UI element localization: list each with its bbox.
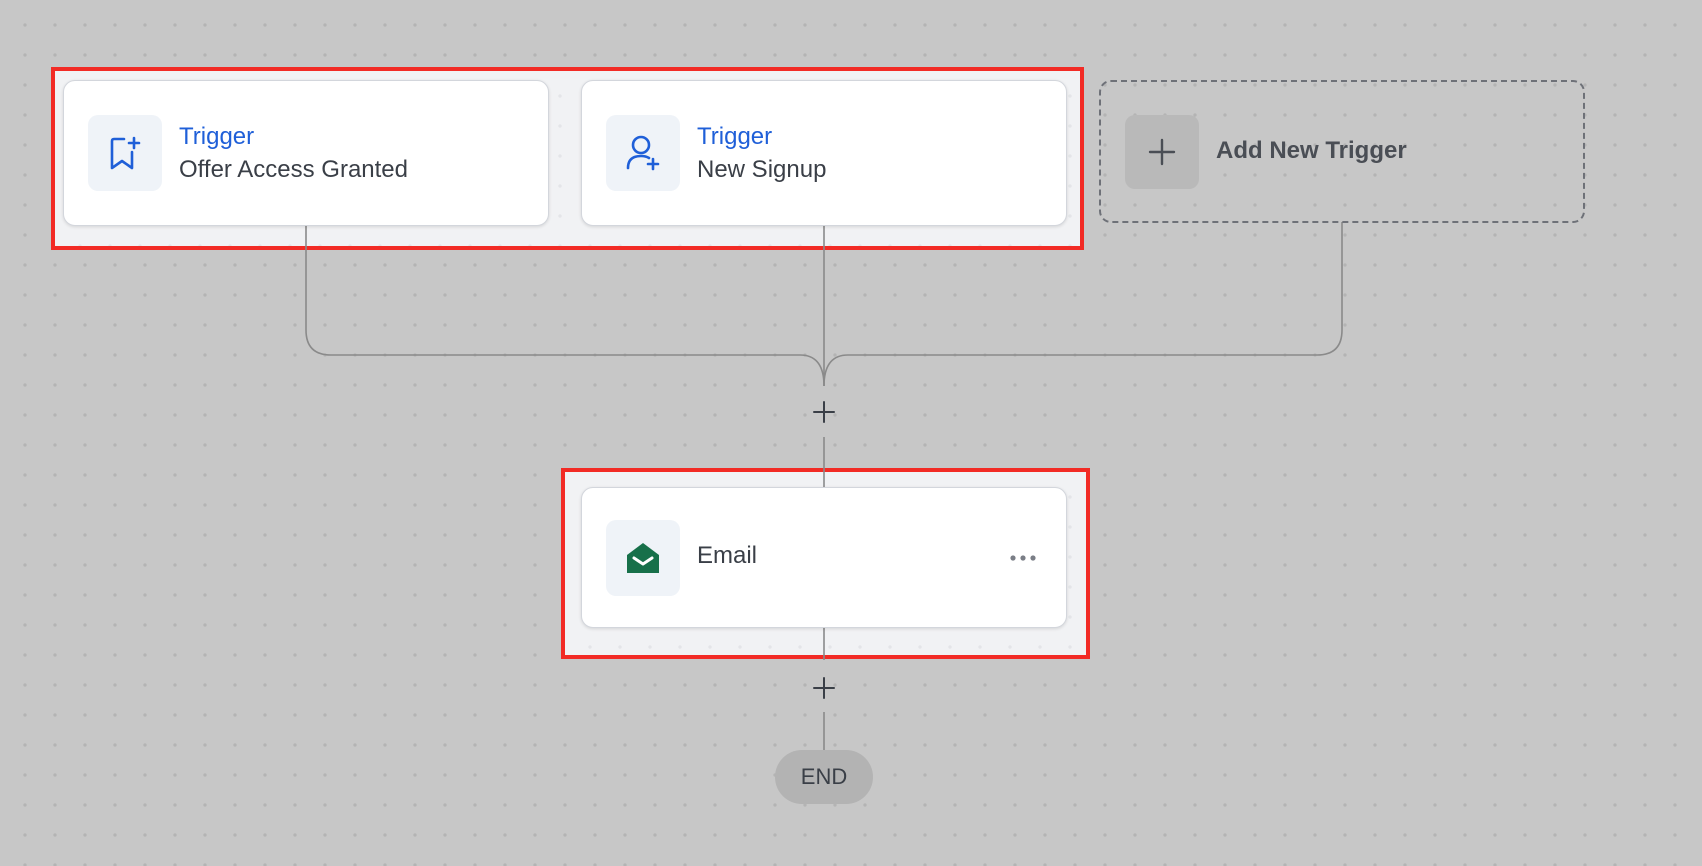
more-horizontal-icon <box>1010 555 1036 561</box>
plus-icon <box>813 677 835 699</box>
trigger-name-label: New Signup <box>697 156 827 183</box>
trigger-card-offer-access-granted[interactable]: Trigger Offer Access Granted <box>63 80 549 226</box>
action-text: Email <box>697 539 757 573</box>
envelope-open-icon <box>627 543 659 573</box>
workflow-canvas[interactable]: Trigger Offer Access Granted Trigger New… <box>0 0 1702 866</box>
add-step-button[interactable] <box>809 397 839 427</box>
end-node: END <box>775 750 873 804</box>
trigger-text: Trigger New Signup <box>697 121 826 187</box>
trigger-kind-label: Trigger <box>179 123 255 150</box>
add-trigger-icon-box <box>1125 115 1199 189</box>
action-name-label: Email <box>697 542 758 569</box>
action-card-email[interactable]: Email <box>581 487 1067 628</box>
user-plus-icon <box>626 135 660 171</box>
bookmark-plus-icon <box>110 136 141 170</box>
add-new-trigger-label: Add New Trigger <box>1216 137 1407 164</box>
end-label: END <box>800 764 848 789</box>
plus-icon <box>813 401 835 423</box>
trigger-icon-box <box>606 115 680 191</box>
more-options-button[interactable] <box>1006 548 1040 568</box>
action-icon-box <box>606 520 680 596</box>
trigger-icon-box <box>88 115 162 191</box>
trigger-name-label: Offer Access Granted <box>179 156 408 183</box>
add-step-button[interactable] <box>809 673 839 703</box>
trigger-card-new-signup[interactable]: Trigger New Signup <box>581 80 1067 226</box>
add-new-trigger-button[interactable]: Add New Trigger <box>1099 80 1585 223</box>
trigger-kind-label: Trigger <box>697 123 773 150</box>
plus-icon <box>1148 138 1176 166</box>
trigger-text: Trigger Offer Access Granted <box>179 121 408 187</box>
